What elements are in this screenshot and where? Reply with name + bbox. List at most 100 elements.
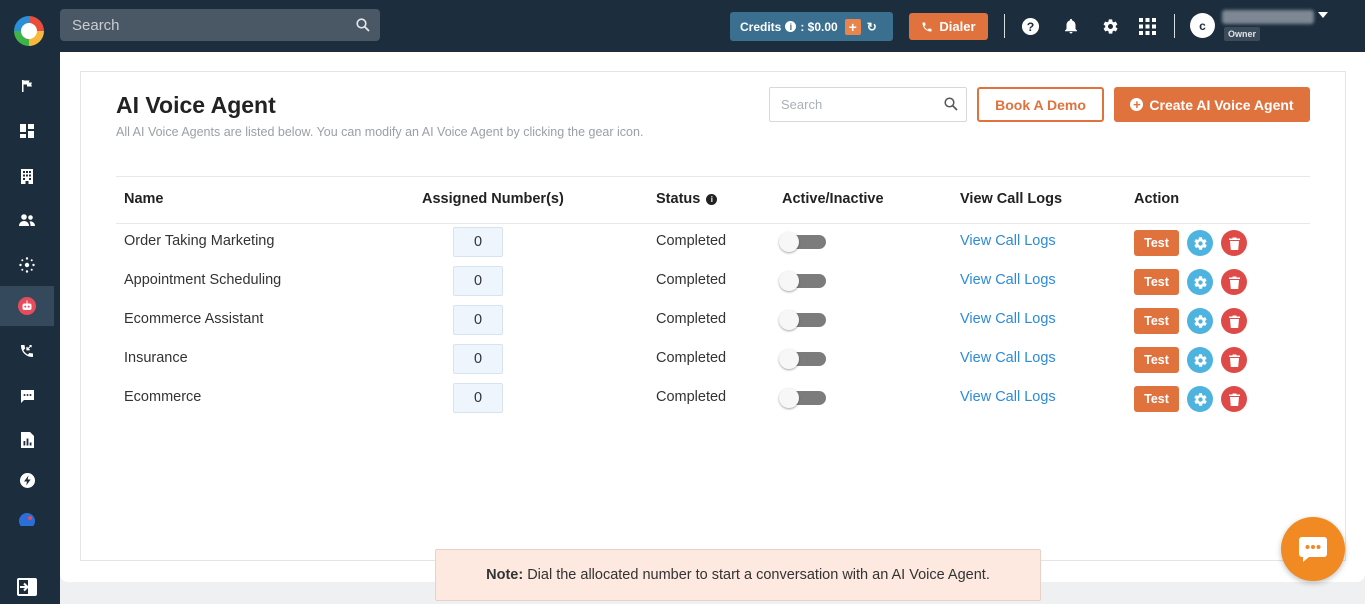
- sidebar-item-contacts[interactable]: [0, 200, 54, 240]
- divider: [1174, 14, 1175, 38]
- active-toggle[interactable]: [779, 232, 826, 252]
- user-avatar[interactable]: c: [1190, 13, 1215, 38]
- dialer-label: Dialer: [939, 19, 976, 34]
- top-navigation-bar: Credits i : $0.00 + ↻ Dialer ? c Owner: [0, 0, 1365, 52]
- delete-button[interactable]: [1221, 230, 1247, 256]
- status-text: Completed: [656, 311, 727, 327]
- view-call-logs-link[interactable]: View Call Logs: [960, 233, 1056, 249]
- sidebar-item-partial[interactable]: [0, 508, 54, 526]
- sidebar-item-messages[interactable]: [0, 376, 54, 416]
- page-description: All AI Voice Agents are listed below. Yo…: [116, 125, 644, 139]
- view-call-logs-link[interactable]: View Call Logs: [960, 311, 1056, 327]
- test-button[interactable]: Test: [1134, 347, 1179, 373]
- assigned-number-count[interactable]: 0: [453, 305, 503, 335]
- gear-icon: [1193, 353, 1207, 367]
- table-row: Order Taking Marketing 0 Completed View …: [116, 223, 1310, 262]
- agent-name: Order Taking Marketing: [124, 233, 275, 249]
- info-icon[interactable]: i: [706, 193, 718, 205]
- refresh-icon[interactable]: ↻: [867, 20, 877, 34]
- sidebar-item-flag[interactable]: [0, 66, 54, 106]
- search-icon[interactable]: [356, 18, 370, 32]
- status-text: Completed: [656, 272, 727, 288]
- sidebar-item-logout[interactable]: [0, 567, 54, 604]
- column-header-active-inactive: Active/Inactive: [782, 191, 884, 207]
- search-icon[interactable]: [944, 97, 958, 111]
- assigned-number-count[interactable]: 0: [453, 266, 503, 296]
- agent-name: Appointment Scheduling: [124, 272, 282, 288]
- table-row: Ecommerce Assistant 0 Completed View Cal…: [116, 301, 1310, 340]
- sidebar-item-reports[interactable]: [0, 420, 54, 460]
- help-icon[interactable]: ?: [1020, 16, 1040, 36]
- status-text: Completed: [656, 233, 727, 249]
- edit-gear-button[interactable]: [1187, 347, 1213, 373]
- chevron-down-icon[interactable]: [1318, 12, 1328, 18]
- trash-icon: [1228, 315, 1240, 328]
- agent-name: Insurance: [124, 350, 188, 366]
- gear-icon: [1193, 236, 1207, 250]
- sidebar-item-automation[interactable]: [0, 460, 54, 500]
- book-demo-button[interactable]: Book A Demo: [977, 87, 1104, 122]
- assigned-number-count[interactable]: 0: [453, 227, 503, 257]
- delete-button[interactable]: [1221, 269, 1247, 295]
- edit-gear-button[interactable]: [1187, 230, 1213, 256]
- create-ai-voice-agent-button[interactable]: + Create AI Voice Agent: [1114, 87, 1310, 122]
- trash-icon: [1228, 393, 1240, 406]
- active-toggle[interactable]: [779, 388, 826, 408]
- chat-icon: [20, 389, 34, 403]
- view-call-logs-link[interactable]: View Call Logs: [960, 350, 1056, 366]
- add-credits-button[interactable]: +: [844, 18, 861, 35]
- edit-gear-button[interactable]: [1187, 308, 1213, 334]
- svg-text:?: ?: [1026, 19, 1034, 33]
- flag-icon: [22, 80, 32, 92]
- column-header-view-call-logs: View Call Logs: [960, 191, 1063, 207]
- global-search-input[interactable]: [60, 9, 380, 41]
- active-toggle[interactable]: [779, 310, 826, 330]
- credits-badge: Credits i : $0.00 + ↻: [730, 12, 893, 41]
- role-badge: Owner: [1224, 27, 1261, 41]
- column-header-name: Name: [124, 191, 164, 207]
- partial-icon: [19, 513, 35, 526]
- contacts-icon: [19, 214, 35, 226]
- chat-support-button[interactable]: [1281, 517, 1345, 581]
- view-call-logs-link[interactable]: View Call Logs: [960, 272, 1056, 288]
- column-header-action: Action: [1134, 191, 1180, 207]
- test-button[interactable]: Test: [1134, 386, 1179, 412]
- test-button[interactable]: Test: [1134, 230, 1179, 256]
- sidebar-item-hub[interactable]: [0, 245, 54, 285]
- building-icon: [21, 169, 33, 184]
- edit-gear-button[interactable]: [1187, 386, 1213, 412]
- view-call-logs-link[interactable]: View Call Logs: [960, 389, 1056, 405]
- assigned-number-count[interactable]: 0: [453, 383, 503, 413]
- agent-search-input[interactable]: [770, 88, 966, 121]
- dialer-button[interactable]: Dialer: [909, 13, 988, 40]
- active-toggle[interactable]: [779, 349, 826, 369]
- assigned-number-count[interactable]: 0: [453, 344, 503, 374]
- chat-bubble-icon: [1299, 537, 1327, 562]
- test-button[interactable]: Test: [1134, 269, 1179, 295]
- status-text: Completed: [656, 389, 727, 405]
- app-logo[interactable]: [14, 16, 44, 46]
- sidebar-item-call-forward[interactable]: [0, 331, 54, 371]
- active-toggle[interactable]: [779, 271, 826, 291]
- dashboard-icon: [20, 124, 34, 138]
- user-name-redacted[interactable]: [1222, 10, 1314, 24]
- note-label: Note:: [486, 567, 524, 583]
- trash-icon: [1228, 354, 1240, 367]
- status-text: Completed: [656, 350, 727, 366]
- trash-icon: [1228, 237, 1240, 250]
- note-banner: Note: Dial the allocated number to start…: [435, 549, 1041, 601]
- sidebar-item-building[interactable]: [0, 156, 54, 196]
- edit-gear-button[interactable]: [1187, 269, 1213, 295]
- test-button[interactable]: Test: [1134, 308, 1179, 334]
- delete-button[interactable]: [1221, 347, 1247, 373]
- status-header-label: Status: [656, 191, 701, 207]
- delete-button[interactable]: [1221, 308, 1247, 334]
- apps-grid-icon[interactable]: [1137, 16, 1157, 36]
- delete-button[interactable]: [1221, 386, 1247, 412]
- settings-gear-icon[interactable]: [1100, 16, 1120, 36]
- sidebar-item-dashboard[interactable]: [0, 111, 54, 151]
- info-icon[interactable]: i: [785, 21, 797, 32]
- notification-bell-icon[interactable]: [1061, 16, 1081, 36]
- gear-icon: [1193, 314, 1207, 328]
- sidebar-item-ai-voice-agent[interactable]: [0, 286, 54, 326]
